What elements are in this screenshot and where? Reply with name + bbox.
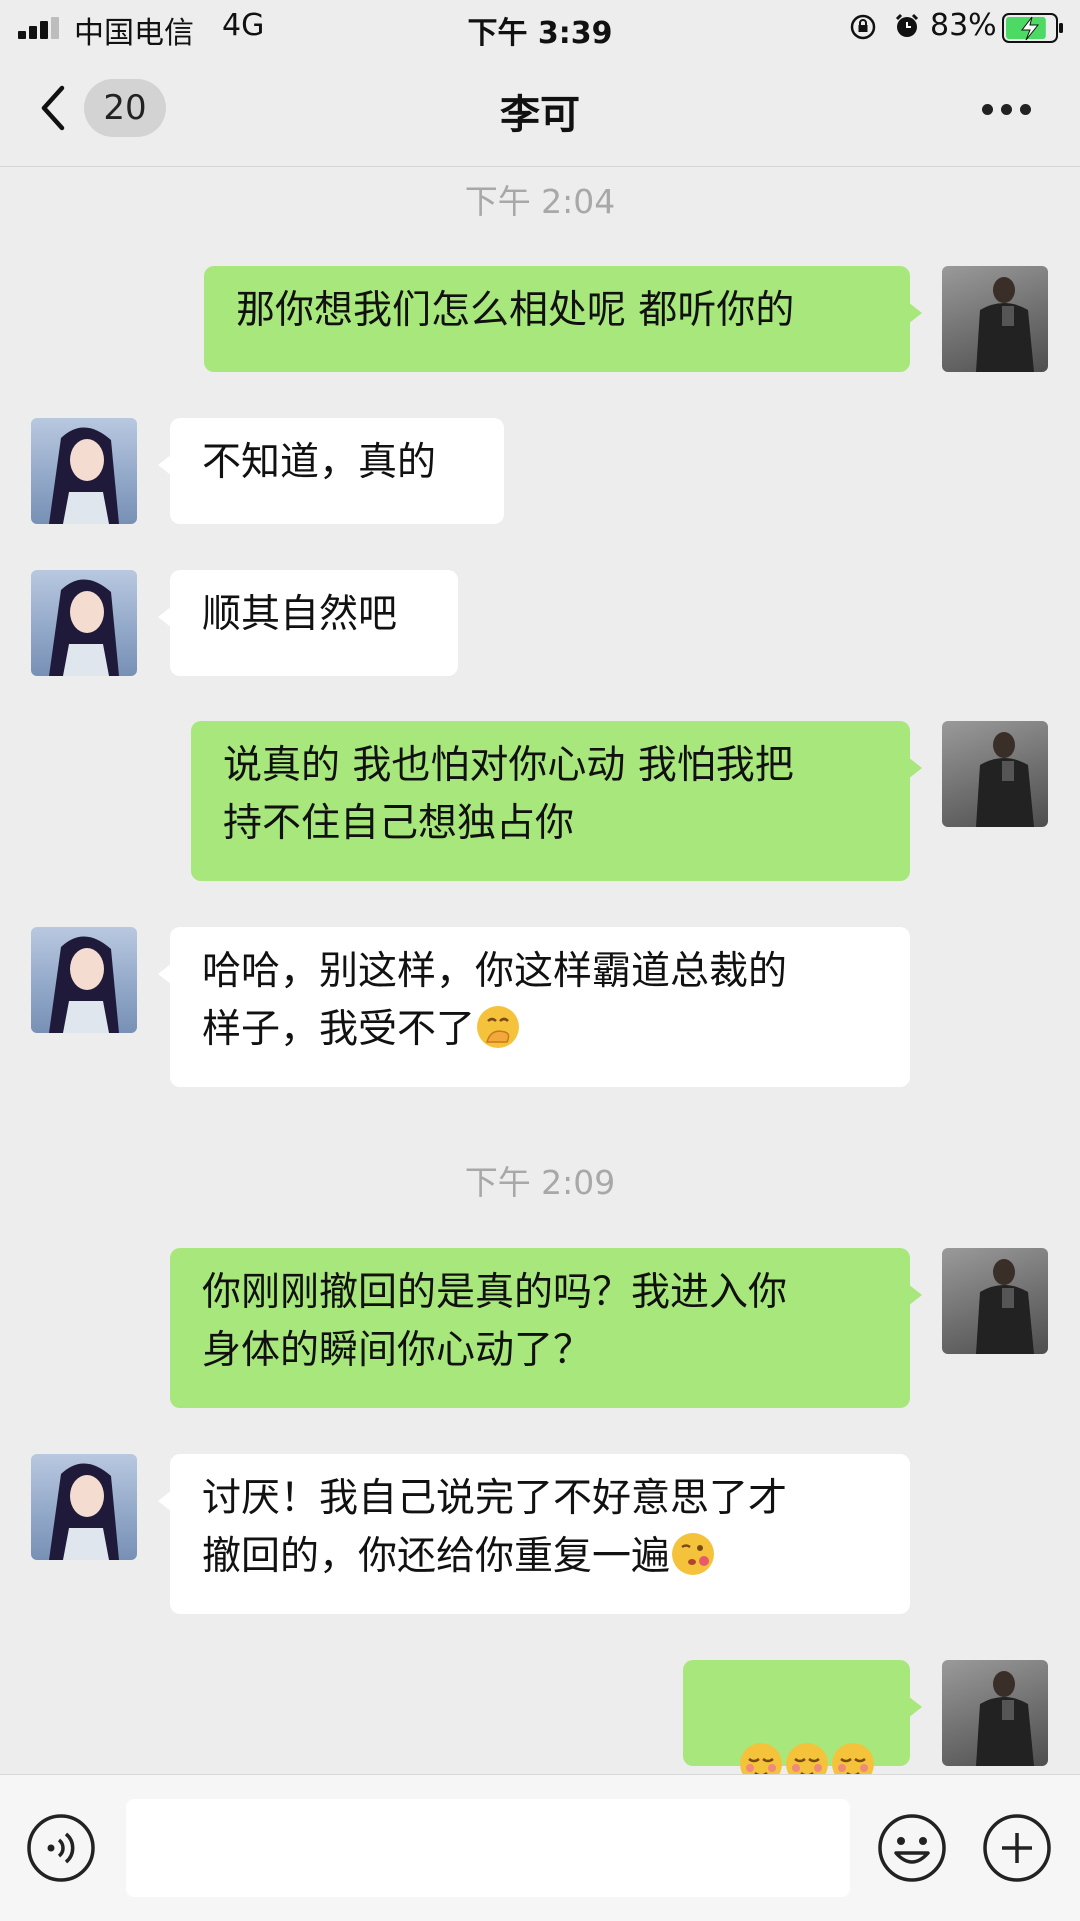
contact-avatar[interactable] [31,418,137,524]
my-message-bubble[interactable] [683,1660,922,1785]
alarm-icon [895,13,919,37]
rotation-lock-icon [850,14,876,40]
hand-over-mouth-emoji [475,1004,521,1050]
contact-message-bubble[interactable]: 讨厌！我自己说完了不好意思了才 撤回的，你还给你重复一遍 [158,1454,910,1614]
kiss-emoji [670,1531,716,1577]
my-message-bubble[interactable]: 那你想我们怎么相处呢 都听你的 [204,266,922,372]
contact-avatar[interactable] [31,927,137,1033]
message-input[interactable] [126,1799,850,1897]
contact-avatar[interactable] [31,570,137,676]
timestamp: 下午 2:09 [464,1163,616,1202]
timestamp: 下午 2:04 [464,182,616,221]
battery-percent: 83% [930,8,997,43]
my-avatar[interactable] [942,1248,1048,1354]
chat-header: 20 李可 [0,54,1080,167]
more-functions-plus-icon[interactable] [982,1813,1052,1883]
battery-charging-icon [1002,13,1063,43]
my-message-bubble[interactable]: 你刚刚撤回的是真的吗？我进入你 身体的瞬间你心动了？ [170,1248,922,1408]
my-message-bubble[interactable]: 说真的 我也怕对你心动 我怕我把 持不住自己想独占你 [191,721,922,881]
voice-input-icon[interactable] [26,1813,96,1883]
emoji-picker-icon[interactable] [877,1813,947,1883]
my-avatar[interactable] [942,721,1048,827]
contact-message-bubble[interactable]: 哈哈，别这样，你这样霸道总裁的 样子，我受不了 [158,927,910,1087]
more-options-icon[interactable] [982,104,1032,116]
my-avatar[interactable] [942,266,1048,372]
contact-avatar[interactable] [31,1454,137,1560]
input-bar [0,1774,1080,1921]
contact-message-bubble[interactable]: 顺其自然吧 [158,570,458,676]
status-bar: 中国电信 4G 下午 3:39 83% [0,0,1080,54]
contact-message-bubble[interactable]: 不知道，真的 [158,418,504,524]
my-avatar[interactable] [942,1660,1048,1766]
chat-title: 李可 [500,92,580,138]
